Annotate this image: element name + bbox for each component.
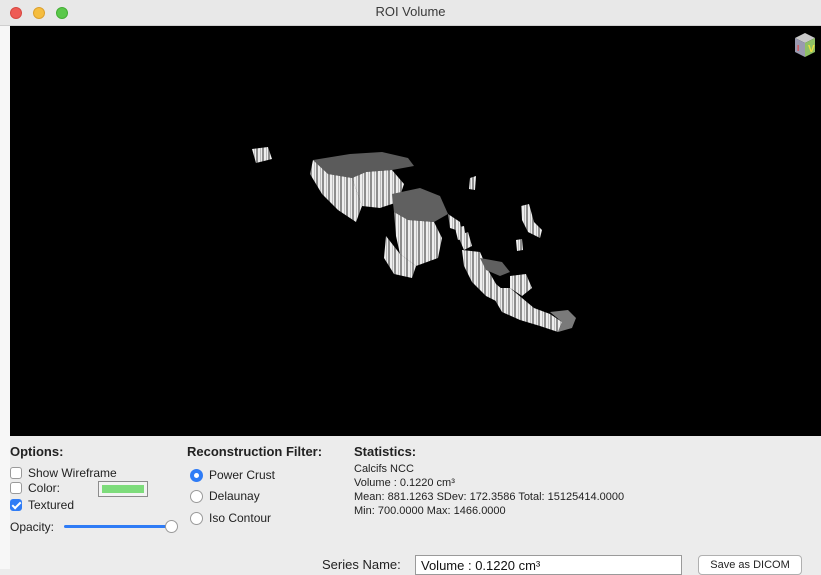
window-title: ROI Volume bbox=[375, 4, 446, 19]
color-checkbox[interactable] bbox=[10, 482, 22, 494]
color-swatch bbox=[102, 485, 144, 493]
left-edge-strip bbox=[0, 26, 10, 569]
show-wireframe-checkbox[interactable] bbox=[10, 467, 22, 479]
svg-text:V: V bbox=[808, 44, 815, 55]
orientation-cube-icon[interactable]: V I bbox=[792, 31, 818, 59]
filter-option-delaunay[interactable]: Delaunay bbox=[190, 489, 260, 503]
save-as-dicom-button[interactable]: Save as DICOM bbox=[698, 555, 802, 575]
options-heading: Options: bbox=[10, 444, 64, 459]
filter-option-iso-contour[interactable]: Iso Contour bbox=[190, 511, 271, 525]
series-name-label: Series Name: bbox=[322, 557, 401, 572]
color-label: Color: bbox=[28, 481, 61, 495]
svg-text:I: I bbox=[797, 44, 799, 53]
textured-label: Textured bbox=[28, 498, 75, 512]
delaunay-radio[interactable] bbox=[190, 489, 203, 503]
controls-panel: Options: Show Wireframe Color: Textured … bbox=[10, 436, 821, 575]
color-well[interactable] bbox=[98, 481, 148, 497]
volume-value: Volume : 0.1220 cm³ bbox=[354, 477, 455, 489]
iso-contour-label: Iso Contour bbox=[209, 511, 272, 525]
opacity-slider-knob[interactable] bbox=[165, 520, 178, 533]
power-crust-radio[interactable] bbox=[190, 468, 203, 482]
filter-heading: Reconstruction Filter: bbox=[187, 444, 323, 459]
textured-checkbox[interactable] bbox=[10, 499, 22, 511]
mean-sdev-total: Mean: 881.1263 SDev: 172.3586 Total: 151… bbox=[354, 491, 625, 503]
color-option[interactable]: Color: bbox=[10, 481, 60, 495]
roi-name: Calcifs NCC bbox=[354, 463, 414, 475]
textured-option[interactable]: Textured bbox=[10, 498, 74, 512]
iso-contour-radio[interactable] bbox=[190, 511, 203, 525]
show-wireframe-option[interactable]: Show Wireframe bbox=[10, 466, 117, 480]
series-name-input[interactable] bbox=[415, 555, 682, 575]
3d-viewport[interactable]: V I bbox=[10, 26, 821, 436]
show-wireframe-label: Show Wireframe bbox=[28, 466, 117, 480]
power-crust-label: Power Crust bbox=[209, 468, 276, 482]
calcification-volume-shape bbox=[252, 147, 576, 332]
min-max: Min: 700.0000 Max: 1466.0000 bbox=[354, 505, 506, 517]
statistics-heading: Statistics: bbox=[354, 444, 417, 459]
title-bar: ROI Volume bbox=[0, 0, 821, 26]
delaunay-label: Delaunay bbox=[209, 489, 260, 503]
opacity-label: Opacity: bbox=[10, 520, 55, 534]
filter-option-power-crust[interactable]: Power Crust bbox=[190, 468, 275, 482]
opacity-slider-track[interactable] bbox=[64, 525, 174, 528]
volume-render bbox=[252, 147, 576, 332]
